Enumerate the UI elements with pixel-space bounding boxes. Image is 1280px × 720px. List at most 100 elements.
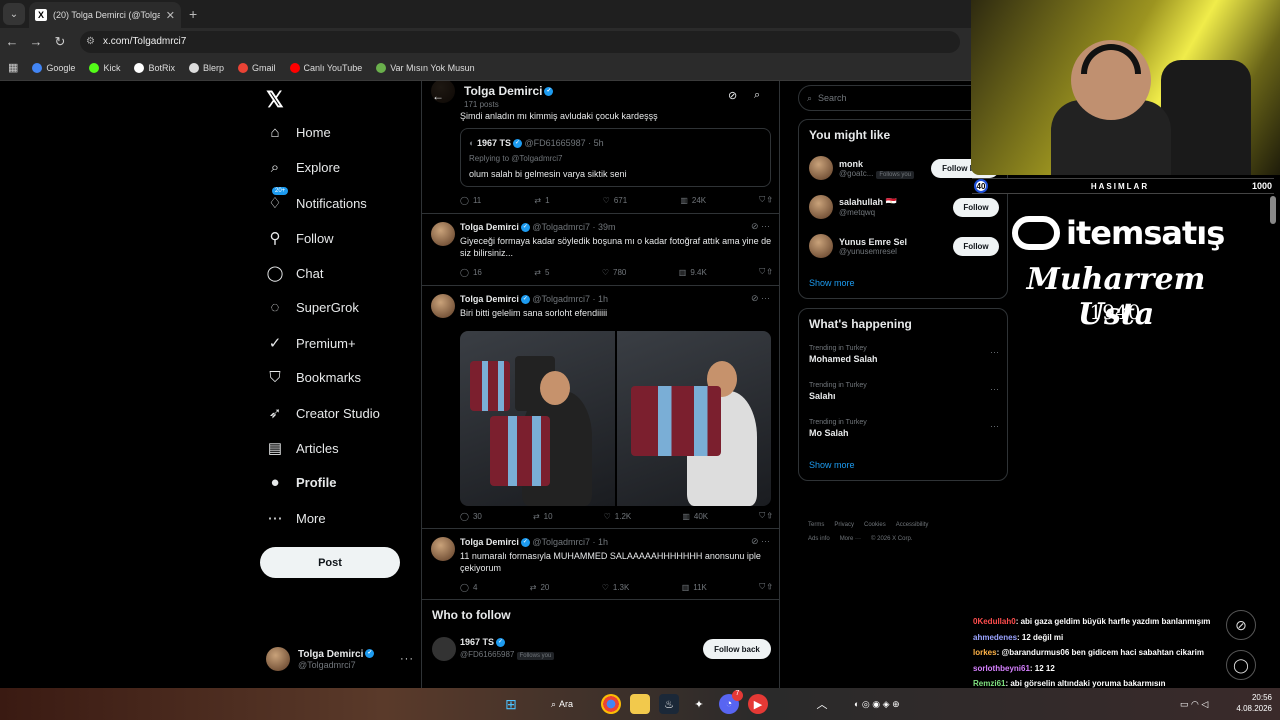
- views-button[interactable]: ▥ 40K: [682, 511, 708, 521]
- follow-button[interactable]: Follow: [953, 197, 999, 217]
- search-icon[interactable]: ⌕: [754, 89, 760, 102]
- chat-username[interactable]: Remzi61: [973, 679, 1005, 688]
- grok-icon[interactable]: ⊘: [728, 89, 737, 102]
- scrollbar[interactable]: [1270, 196, 1276, 224]
- nav-item-profile[interactable]: ● Profile: [266, 474, 336, 491]
- media-app-icon[interactable]: ▶: [748, 694, 768, 714]
- tweet-options-icon[interactable]: ⊘ ···: [751, 293, 770, 304]
- tweet-options-icon[interactable]: ⊘ ···: [751, 221, 770, 232]
- footer-link[interactable]: Privacy: [834, 522, 854, 528]
- nav-item-bookmarks[interactable]: ⛉ Bookmarks: [266, 369, 361, 386]
- close-tab-icon[interactable]: ✕: [166, 9, 175, 22]
- repost-button[interactable]: ⇄ 5: [534, 267, 549, 277]
- nav-item-explore[interactable]: ⌕ Explore: [266, 159, 340, 176]
- bookmark-button[interactable]: ⛉ ⇧: [759, 582, 772, 592]
- reply-button[interactable]: ◯ 11: [460, 195, 481, 205]
- views-button[interactable]: ▥ 9.4K: [679, 267, 707, 277]
- footer-link[interactable]: Accessibility: [896, 522, 929, 528]
- x-logo-icon[interactable]: 𝕏: [266, 87, 284, 113]
- like-button[interactable]: ♡ 1.3K: [602, 582, 630, 592]
- footer-link[interactable]: Terms: [808, 522, 824, 528]
- post-button[interactable]: Post: [260, 547, 400, 578]
- chat-username[interactable]: ahmedenes: [973, 633, 1017, 642]
- bookmark-item[interactable]: Blerp: [188, 62, 224, 73]
- system-icons[interactable]: ▭ ◠ ◁: [1180, 694, 1224, 714]
- apps-grid-icon[interactable]: ▦: [8, 61, 18, 74]
- show-more-link[interactable]: Show more: [809, 278, 855, 288]
- trend-item[interactable]: Trending in Turkey Mohamed Salah ···: [809, 345, 999, 364]
- bookmark-item[interactable]: Canlı YouTube: [289, 62, 362, 73]
- follow-back-button[interactable]: Follow back: [703, 639, 771, 659]
- clock[interactable]: 20:56 4.08.2026: [1236, 692, 1272, 714]
- chat-username[interactable]: lorkes: [973, 648, 997, 657]
- trend-item[interactable]: Trending in Turkey Mo Salah ···: [809, 419, 999, 438]
- show-more-link[interactable]: Show more: [809, 460, 855, 470]
- trend-options-icon[interactable]: ···: [990, 347, 999, 357]
- nav-item-more[interactable]: ⋯ More: [266, 509, 326, 527]
- trend-item[interactable]: Trending in Turkey Salahı ···: [809, 382, 999, 401]
- taskbar-search[interactable]: ⌕ Ara: [545, 694, 579, 714]
- nav-item-articles[interactable]: ▤ Articles: [266, 439, 339, 457]
- like-button[interactable]: ♡ 780: [602, 267, 627, 277]
- reply-button[interactable]: ◯ 16: [460, 267, 482, 277]
- bookmark-button[interactable]: ⛉ ⇧: [759, 511, 772, 521]
- browser-tab[interactable]: X (20) Tolga Demirci (@Tolgadmrci7) ✕: [29, 2, 181, 28]
- chat-username[interactable]: 0Kedullah0: [973, 617, 1016, 626]
- tweet-media[interactable]: [460, 331, 771, 506]
- nav-item-follow[interactable]: ⚲ Follow: [266, 229, 334, 247]
- bookmark-item[interactable]: Google: [32, 62, 75, 73]
- url-input[interactable]: ⚙ x.com/Tolgadmrci7: [80, 30, 960, 53]
- more-icon[interactable]: ···: [400, 653, 414, 665]
- trend-options-icon[interactable]: ···: [990, 384, 999, 394]
- back-button[interactable]: ←: [0, 34, 24, 49]
- suggestion-item[interactable]: salahullah 🇪🇬 @metqwq Follow: [809, 195, 999, 219]
- tab-search-dropdown[interactable]: ⌄: [3, 3, 25, 25]
- quoted-tweet[interactable]: ◐ 1967 TS ✓ @FD61665987 · 5h Replying to …: [460, 128, 771, 187]
- reply-button[interactable]: ◯ 30: [460, 511, 482, 521]
- tweet[interactable]: Tolga Demirci ✓ @Tolgadmrci7 · 39m ⊘ ··· …: [422, 214, 779, 286]
- tweet-options-icon[interactable]: ⊘ ···: [751, 536, 770, 547]
- bookmark-button[interactable]: ⛉ ⇧: [759, 267, 772, 277]
- chat-username[interactable]: sorlothbeyni61: [973, 664, 1030, 673]
- reload-button[interactable]: ↻: [48, 34, 72, 50]
- bookmark-item[interactable]: Var Mısın Yok Musun: [376, 62, 475, 73]
- nav-item-notifications[interactable]: ♢ 20+ Notifications: [266, 187, 367, 212]
- account-switcher[interactable]: Tolga Demirci ✓ @Tolgadmrci7 ···: [266, 647, 414, 671]
- footer-link[interactable]: More ···: [840, 536, 861, 542]
- nav-item-supergrok[interactable]: ◌ SuperGrok: [266, 299, 359, 316]
- new-tab-button[interactable]: +: [189, 6, 197, 22]
- repost-button[interactable]: ⇄ 1: [534, 195, 549, 205]
- reply-button[interactable]: ◯ 4: [460, 582, 477, 592]
- bookmark-item[interactable]: Gmail: [237, 62, 276, 73]
- footer-link[interactable]: Ads info: [808, 536, 830, 542]
- file-explorer-icon[interactable]: [630, 694, 650, 714]
- back-arrow-icon[interactable]: ←: [432, 89, 444, 103]
- suggestion-item[interactable]: Yunus Emre Sel @yunusemresel Follow: [809, 234, 999, 258]
- app-icon[interactable]: ✦: [689, 694, 709, 714]
- bookmark-item[interactable]: Kick: [89, 62, 120, 73]
- nav-item-home[interactable]: ⌂ Home: [266, 124, 330, 141]
- photo-right[interactable]: [616, 331, 771, 506]
- views-button[interactable]: ▥ 24K: [680, 195, 706, 205]
- photo-left[interactable]: [460, 331, 615, 506]
- tweet[interactable]: Tolga Demirci ✓ @Tolgadmrci7 · 1h ⊘ ··· 1…: [422, 529, 779, 600]
- nav-item-premium-[interactable]: ✓ Premium+: [266, 334, 356, 352]
- discord-icon[interactable]: ◔ 7: [719, 690, 743, 714]
- repost-button[interactable]: ⇄ 20: [530, 582, 550, 592]
- bookmark-button[interactable]: ⛉ ⇧: [759, 195, 772, 205]
- follow-button[interactable]: Follow: [953, 236, 999, 256]
- bookmark-item[interactable]: BotRix: [134, 62, 175, 73]
- like-button[interactable]: ♡ 1.2K: [604, 511, 632, 521]
- repost-button[interactable]: ⇄ 10: [533, 511, 553, 521]
- tray-expand-icon[interactable]: ︿: [812, 694, 832, 714]
- footer-link[interactable]: Cookies: [864, 522, 886, 528]
- nav-item-chat[interactable]: ◯ Chat: [266, 264, 324, 282]
- tray-icons[interactable]: ◐ ◎ ◉ ◈ ⊕: [854, 694, 964, 714]
- footer-link[interactable]: © 2026 X Corp.: [871, 536, 912, 542]
- views-button[interactable]: ▥ 11K: [682, 582, 707, 592]
- like-button[interactable]: ♡ 671: [603, 195, 628, 205]
- tweet[interactable]: Tolga Demirci ✓ @Tolgadmrci7 · 1h ⊘ ··· B…: [422, 286, 779, 529]
- site-info-icon[interactable]: ⚙: [86, 36, 95, 47]
- windows-start-icon[interactable]: ⊞: [501, 694, 521, 714]
- forward-button[interactable]: →: [24, 34, 48, 49]
